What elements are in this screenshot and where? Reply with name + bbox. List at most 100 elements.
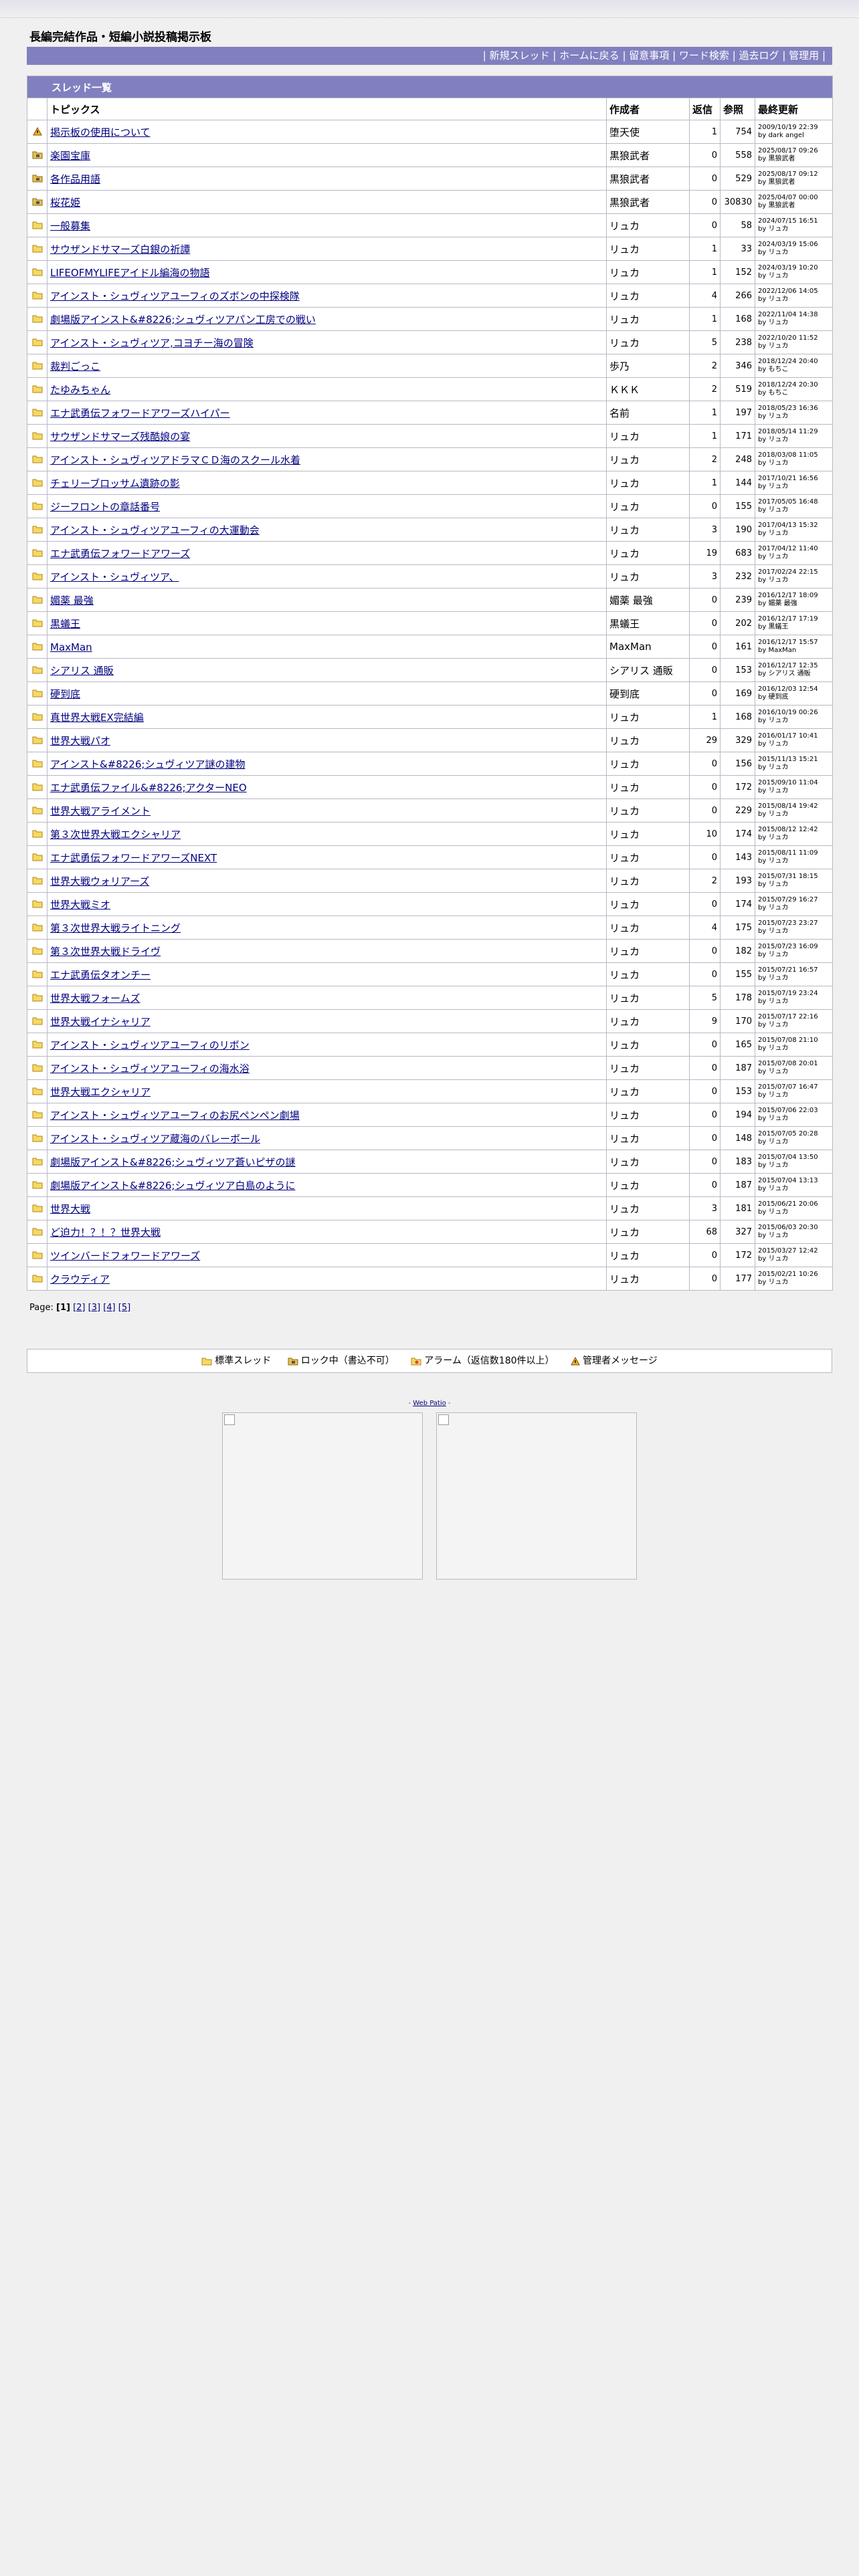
topic-link[interactable]: ツインバードフォワードアワーズ	[50, 1250, 200, 1262]
updated-by: by リュカ	[758, 951, 789, 958]
views-cell: 187	[720, 1173, 755, 1197]
topic-link[interactable]: エナ武勇伝フォワードアワーズハイパー	[50, 407, 230, 419]
locked-folder-icon	[32, 149, 43, 162]
menu-word-search-link[interactable]: ワード検索	[679, 49, 729, 62]
table-row: 劇場版アインスト&#8226;シュヴィツア白島のように リュカ 0 187 2015/0…	[27, 1173, 834, 1197]
topic-link[interactable]: チェリーブロッサム遺跡の影	[50, 477, 180, 490]
warning-icon	[32, 126, 42, 138]
topic-cell: 世界大戦アライメント	[47, 798, 607, 823]
author-cell: リュカ	[606, 892, 690, 916]
updated-by: by リュカ	[758, 272, 789, 280]
topic-link[interactable]: LIFEOFMYLIFEアイドル編海の物語	[50, 267, 210, 279]
topic-link[interactable]: 第３次世界大戦エクシャリア	[50, 829, 181, 841]
topic-link[interactable]: MaxMan	[50, 641, 92, 653]
row-icon-cell	[27, 401, 47, 425]
topic-cell: LIFEOFMYLIFEアイドル編海の物語	[47, 260, 607, 284]
topic-link[interactable]: 第３次世界大戦ドライヴ	[50, 946, 161, 958]
row-icon-cell	[27, 752, 47, 776]
topic-link[interactable]: 世界大戦	[50, 1203, 90, 1215]
table-row: 真世界大戦EX完結編 リュカ 1 168 2016/10/19 00:26 by リュカ	[27, 705, 834, 729]
ad-image-broken[interactable]	[436, 1412, 637, 1580]
table-row: 第３次世界大戦ライトニング リュカ 4 175 2015/07/23 23:27 by リ…	[27, 916, 834, 940]
updated-cell: 2015/07/17 22:16 by リュカ	[754, 1009, 834, 1033]
menu-new-thread-link[interactable]: 新規スレッド	[489, 49, 549, 62]
topic-link[interactable]: アインスト・シュヴィツアユーフィのお尻ペンペン劇場	[50, 1109, 300, 1121]
table-row: 世界大戦アライメント リュカ 0 229 2015/08/14 19:42 by リュカ	[27, 798, 834, 823]
views-cell: 178	[720, 986, 755, 1010]
topic-link[interactable]: ジーフロントの章話番号	[50, 501, 160, 513]
topic-link[interactable]: 楽園宝庫	[50, 150, 90, 162]
topic-link[interactable]: サウザンドサマーズ白銀の祈譚	[50, 243, 190, 255]
replies-cell: 0	[689, 752, 721, 776]
topic-link[interactable]: アインスト・シュヴィツア蔵海のバレーボール	[50, 1133, 260, 1145]
menu-notes-link[interactable]: 留意事項	[629, 49, 669, 62]
topic-link[interactable]: アインスト・シュヴィツア,コヨチー海の冒険	[50, 337, 254, 349]
topic-link[interactable]: 裁判ごっこ	[50, 360, 100, 372]
topic-link[interactable]: 世界大戦ミオ	[50, 899, 110, 911]
topic-link[interactable]: 真世界大戦EX完結編	[50, 712, 144, 724]
topic-link[interactable]: エナ武勇伝タオンチー	[50, 969, 151, 981]
menu-past-log-link[interactable]: 過去ログ	[739, 49, 779, 62]
updated-date: 2016/12/17 18:09	[758, 592, 818, 599]
topic-link[interactable]: アインスト・シュヴィツアユーフィの大運動会	[50, 524, 260, 536]
topic-link[interactable]: 世界大戦パオ	[50, 735, 110, 747]
topic-link[interactable]: アインスト・シュヴィツアユーフィのズボンの中探検隊	[50, 290, 300, 302]
topic-link[interactable]: 世界大戦アライメント	[50, 805, 151, 817]
folder-icon	[32, 734, 43, 747]
topic-link[interactable]: 各作品用語	[50, 173, 100, 185]
topic-link[interactable]: エナ武勇伝ファイル&#8226;アクターNEO	[50, 782, 247, 794]
topic-link[interactable]: エナ武勇伝フォワードアワーズNEXT	[50, 852, 217, 864]
topic-link[interactable]: アインスト・シュヴィツアユーフィのリボン	[50, 1039, 250, 1051]
topic-link[interactable]: 黒蟻王	[50, 618, 80, 630]
topic-link[interactable]: アインスト・シュヴィツア、	[50, 571, 179, 583]
topic-link[interactable]: 一般募集	[50, 220, 90, 232]
topic-link[interactable]: 桜花姫	[50, 197, 80, 209]
row-icon-cell	[27, 1033, 47, 1057]
topic-link[interactable]: ど迫力！？！？世界大戦	[50, 1226, 161, 1239]
row-icon-cell	[27, 541, 47, 565]
menu-admin-link[interactable]: 管理用	[789, 49, 819, 62]
topic-cell: サウザンドサマーズ白銀の祈譚	[47, 237, 607, 261]
locked-folder-icon	[32, 196, 43, 209]
folder-icon	[32, 219, 43, 232]
topic-link[interactable]: エナ武勇伝フォワードアワーズ	[50, 548, 190, 560]
web-patio-link[interactable]: Web Patio	[413, 1400, 446, 1407]
topic-link[interactable]: サウザンドサマーズ残酷娘の宴	[50, 431, 190, 443]
topic-link[interactable]: 掲示板の使用について	[50, 126, 151, 138]
folder-icon	[201, 1358, 212, 1365]
pager-page-link[interactable]: [2]	[73, 1303, 85, 1313]
topic-link[interactable]: 世界大戦フォームズ	[50, 992, 140, 1004]
topic-link[interactable]: アインスト・シュヴィツアドラマＣＤ海のスクール水着	[50, 454, 300, 466]
topic-link[interactable]: 媚薬 最強	[50, 595, 94, 607]
topic-link[interactable]: たゆみちゃん	[50, 384, 110, 396]
ad-image-broken[interactable]	[222, 1412, 423, 1580]
topic-link[interactable]: 第３次世界大戦ライトニング	[50, 922, 181, 934]
pager-page-link[interactable]: [3]	[88, 1303, 100, 1313]
topic-link[interactable]: 劇場版アインスト&#8226;シュヴィツア蒼いピザの謎	[50, 1156, 295, 1168]
views-cell: 329	[720, 728, 755, 752]
views-cell: 156	[720, 752, 755, 776]
pager-page-link[interactable]: [4]	[103, 1303, 115, 1313]
updated-date: 2016/12/17 17:19	[758, 615, 818, 623]
updated-by: by リュカ	[758, 1162, 789, 1169]
row-icon-cell	[27, 1150, 47, 1174]
topic-link[interactable]: 世界大戦ウォリアーズ	[50, 875, 149, 887]
topic-link[interactable]: 劇場版アインスト&#8226;シュヴィツアパン工房での戦い	[50, 314, 316, 326]
pager-page-link[interactable]: [5]	[118, 1303, 130, 1313]
row-icon-cell	[27, 869, 47, 893]
topic-link[interactable]: アインスト&#8226;シュヴィツア謎の建物	[50, 758, 245, 770]
replies-cell: 68	[689, 1220, 721, 1244]
updated-by: by リュカ	[758, 1208, 789, 1216]
topic-link[interactable]: 劇場版アインスト&#8226;シュヴィツア白島のように	[50, 1180, 295, 1192]
table-row: たゆみちゃん ＫＫＫ 2 519 2018/12/24 20:30 by もちこ	[27, 377, 834, 401]
topic-link[interactable]: アインスト・シュヴィツアユーフィの海水浴	[50, 1063, 250, 1075]
author-cell: 黒狼武者	[606, 167, 690, 191]
topic-link[interactable]: クラウディア	[50, 1273, 110, 1285]
author-cell: リュカ	[606, 845, 690, 869]
topic-link[interactable]: シアリス 通販	[50, 665, 114, 677]
menu-home-link[interactable]: ホームに戻る	[559, 49, 619, 62]
topic-link[interactable]: 硬到底	[50, 688, 80, 700]
topic-link[interactable]: 世界大戦イナシャリア	[50, 1016, 151, 1028]
topic-link[interactable]: 世界大戦エクシャリア	[50, 1086, 151, 1098]
topic-cell: シアリス 通販	[47, 658, 607, 682]
